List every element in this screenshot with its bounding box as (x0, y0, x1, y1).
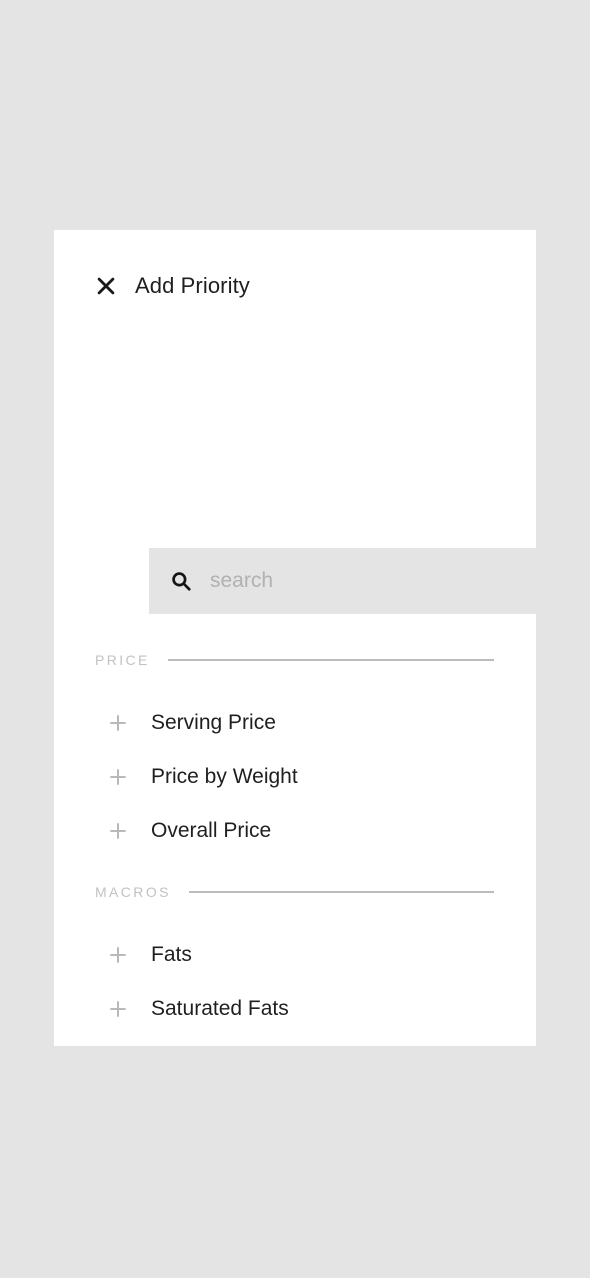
list-item-label: Serving Price (151, 711, 276, 734)
priority-list: PRICE Serving Price Price by Weight Over… (54, 644, 536, 1046)
plus-icon (110, 715, 126, 731)
section-divider (188, 891, 494, 893)
section-items: Fats Saturated Fats Carbs (54, 928, 536, 1046)
add-priority-modal: Add Priority PRICE Serving Price (54, 230, 536, 1046)
section-items: Serving Price Price by Weight Overall Pr… (54, 696, 536, 858)
list-item-label: Overall Price (151, 819, 272, 842)
list-item[interactable]: Carbs (54, 1036, 536, 1046)
close-icon[interactable] (95, 275, 117, 297)
section-header: PRICE (54, 644, 536, 676)
list-item[interactable]: Fats (54, 928, 536, 982)
search-icon (172, 572, 191, 591)
plus-icon (110, 947, 126, 963)
list-item[interactable]: Overall Price (54, 804, 536, 858)
page-title: Add Priority (135, 273, 250, 298)
plus-icon (110, 1001, 126, 1017)
list-item[interactable]: Serving Price (54, 696, 536, 750)
list-item-label: Saturated Fats (151, 997, 289, 1020)
list-item-label: Price by Weight (151, 765, 298, 788)
search-field[interactable] (149, 548, 536, 614)
list-item[interactable]: Price by Weight (54, 750, 536, 804)
section-header: MACROS (54, 876, 536, 908)
section-divider (167, 659, 494, 661)
section-label: MACROS (95, 884, 171, 900)
section-macros: MACROS Fats Saturated Fats (54, 876, 536, 1046)
list-item[interactable]: Saturated Fats (54, 982, 536, 1036)
plus-icon (110, 769, 126, 785)
section-price: PRICE Serving Price Price by Weight Over… (54, 644, 536, 858)
section-label: PRICE (95, 652, 150, 668)
list-item-label: Fats (151, 943, 192, 966)
plus-icon (110, 823, 126, 839)
search-input[interactable] (210, 561, 530, 601)
modal-header: Add Priority (54, 258, 536, 314)
